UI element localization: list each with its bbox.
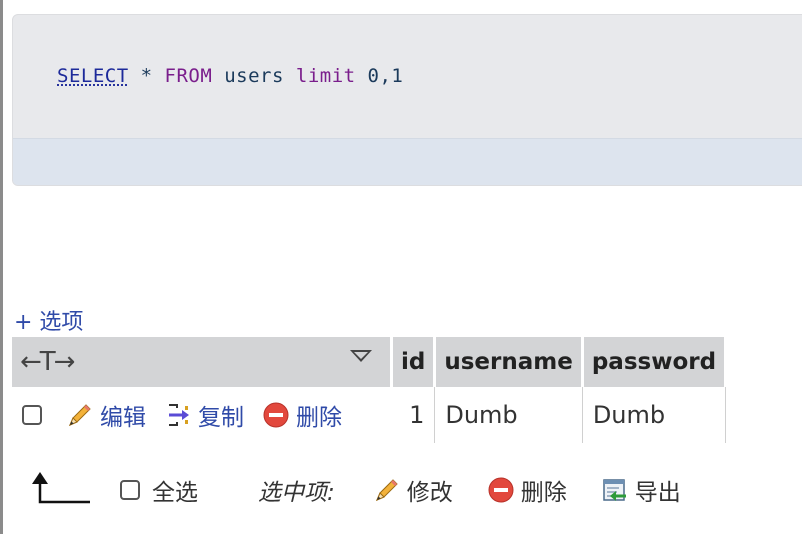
row-delete-link[interactable]: 删除 [262,398,342,432]
bulk-actions-bar: 全选 选中项: 修改 删除 导出 [30,466,800,514]
column-nav-arrows[interactable]: ←T→ [20,347,75,377]
cell-id: 1 [391,387,436,443]
bulk-export-label: 导出 [634,480,681,506]
row-edit-label: 编辑 [100,405,146,431]
bulk-delete-button[interactable]: 删除 [487,473,567,507]
column-header-password[interactable]: password [582,337,728,387]
column-sort-dropdown-icon[interactable] [350,350,372,362]
arrow-up-left-icon [30,470,90,510]
sql-query-box: SELECT * FROM users limit 0,1 [12,14,802,186]
table-row: 编辑 复制 删除 1 Dumb Dumb [12,387,727,443]
column-header-id[interactable]: id [391,337,437,387]
pencil-icon [66,401,94,429]
row-copy-link[interactable]: 复制 [164,398,244,432]
sql-star: * [140,65,153,87]
bulk-export-button[interactable]: 导出 [601,473,681,507]
sql-table-name: users [224,65,284,87]
check-all-control[interactable]: 全选 [120,473,198,507]
copy-insert-icon [164,401,192,429]
check-all-label: 全选 [152,480,198,506]
sql-box-footer [13,138,802,185]
row-delete-label: 删除 [296,405,342,431]
results-table: ←T→ id username password 编辑 复制 删除 1 Dumb… [12,337,728,443]
column-controls-header: ←T→ [12,337,393,387]
sql-keyword-from: FROM [164,65,213,87]
row-actions-cell: 编辑 复制 删除 [12,387,392,443]
sql-keyword-select[interactable]: SELECT [57,65,129,87]
sql-limit-value: 0,1 [367,65,404,87]
options-toggle-link[interactable]: + 选项 [14,304,83,336]
export-icon [601,476,629,504]
check-all-checkbox[interactable] [120,480,140,500]
column-header-username[interactable]: username [434,337,584,387]
window-left-border [0,0,3,534]
delete-minus-icon [262,401,290,429]
row-select-checkbox[interactable] [22,405,42,425]
row-edit-link[interactable]: 编辑 [66,398,146,432]
table-header-row: ←T→ id username password [12,337,728,387]
with-selected-label: 选中项: [258,480,335,506]
pencil-icon [373,476,401,504]
sql-keyword-limit: limit [295,65,356,87]
cell-password: Dumb [582,387,727,443]
delete-minus-icon [487,476,515,504]
row-copy-label: 复制 [198,405,244,431]
cell-username: Dumb [434,387,583,443]
sql-query-text: SELECT * FROM users limit 0,1 [57,65,403,87]
bulk-delete-label: 删除 [520,480,567,506]
bulk-modify-button[interactable]: 修改 [373,473,453,507]
bulk-modify-label: 修改 [406,480,453,506]
